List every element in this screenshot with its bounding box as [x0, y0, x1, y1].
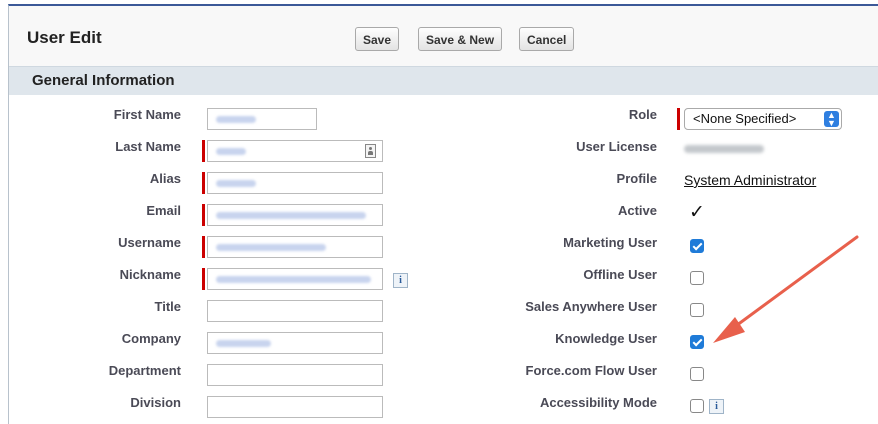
contact-card-icon[interactable]: [365, 144, 376, 158]
user-license-value: [684, 145, 764, 153]
user-edit-page: User Edit Save Save & New Cancel General…: [8, 4, 878, 424]
company-input[interactable]: [207, 332, 383, 354]
role-label: Role: [628, 107, 657, 122]
info-icon[interactable]: i: [393, 273, 408, 288]
offline-user-label: Offline User: [583, 267, 657, 282]
marketing-user-label: Marketing User: [563, 235, 657, 250]
department-label: Department: [108, 363, 181, 378]
profile-link[interactable]: System Administrator: [684, 172, 816, 188]
role-select[interactable]: <None Specified> ▲ ▼: [684, 108, 842, 130]
username-label: Username: [118, 235, 181, 250]
save-button[interactable]: Save: [355, 27, 400, 51]
required-indicator: [677, 108, 680, 130]
required-indicator: [202, 268, 205, 290]
accessibility-mode-label: Accessibility Mode: [539, 395, 657, 410]
knowledge-user-label: Knowledge User: [555, 331, 657, 346]
company-label: Company: [121, 331, 181, 346]
nickname-input[interactable]: [207, 268, 383, 290]
department-input[interactable]: [207, 364, 383, 386]
user-license-label: User License: [576, 139, 657, 154]
sales-anywhere-user-label: Sales Anywhere User: [525, 299, 657, 314]
required-indicator: [202, 140, 205, 162]
page-title: User Edit: [27, 28, 102, 47]
accessibility-mode-checkbox[interactable]: [690, 399, 704, 413]
info-icon[interactable]: i: [709, 399, 724, 414]
username-input[interactable]: [207, 236, 383, 258]
title-input[interactable]: [207, 300, 383, 322]
profile-label: Profile: [616, 171, 657, 186]
form-body: First Name Last Name Alias Email Usernam…: [9, 95, 878, 424]
required-indicator: [202, 172, 205, 194]
first-name-label: First Name: [113, 107, 181, 122]
annotation-arrow: [713, 235, 859, 343]
section-title: General Information: [32, 72, 175, 89]
active-label: Active: [617, 203, 657, 218]
general-information-section: General Information: [9, 66, 878, 95]
page-header: User Edit Save Save & New Cancel: [9, 6, 878, 66]
first-name-input[interactable]: [207, 108, 317, 130]
email-label: Email: [146, 203, 181, 218]
force-flow-user-label: Force.com Flow User: [525, 363, 657, 378]
required-indicator: [202, 236, 205, 258]
force-flow-user-checkbox[interactable]: [690, 367, 704, 381]
updown-chevron-icon: ▲ ▼: [824, 111, 839, 128]
alias-input[interactable]: [207, 172, 383, 194]
required-indicator: [202, 204, 205, 226]
nickname-label: Nickname: [119, 267, 181, 282]
alias-label: Alias: [149, 171, 181, 186]
last-name-label: Last Name: [115, 139, 181, 154]
email-input[interactable]: [207, 204, 383, 226]
active-checkmark-icon: ✓: [689, 201, 705, 223]
last-name-input[interactable]: [207, 140, 383, 162]
cancel-button[interactable]: Cancel: [519, 27, 575, 51]
division-label: Division: [130, 395, 181, 410]
save-and-new-button[interactable]: Save & New: [418, 27, 503, 51]
division-input[interactable]: [207, 396, 383, 418]
title-label: Title: [154, 299, 182, 314]
role-select-value: <None Specified>: [693, 111, 797, 126]
